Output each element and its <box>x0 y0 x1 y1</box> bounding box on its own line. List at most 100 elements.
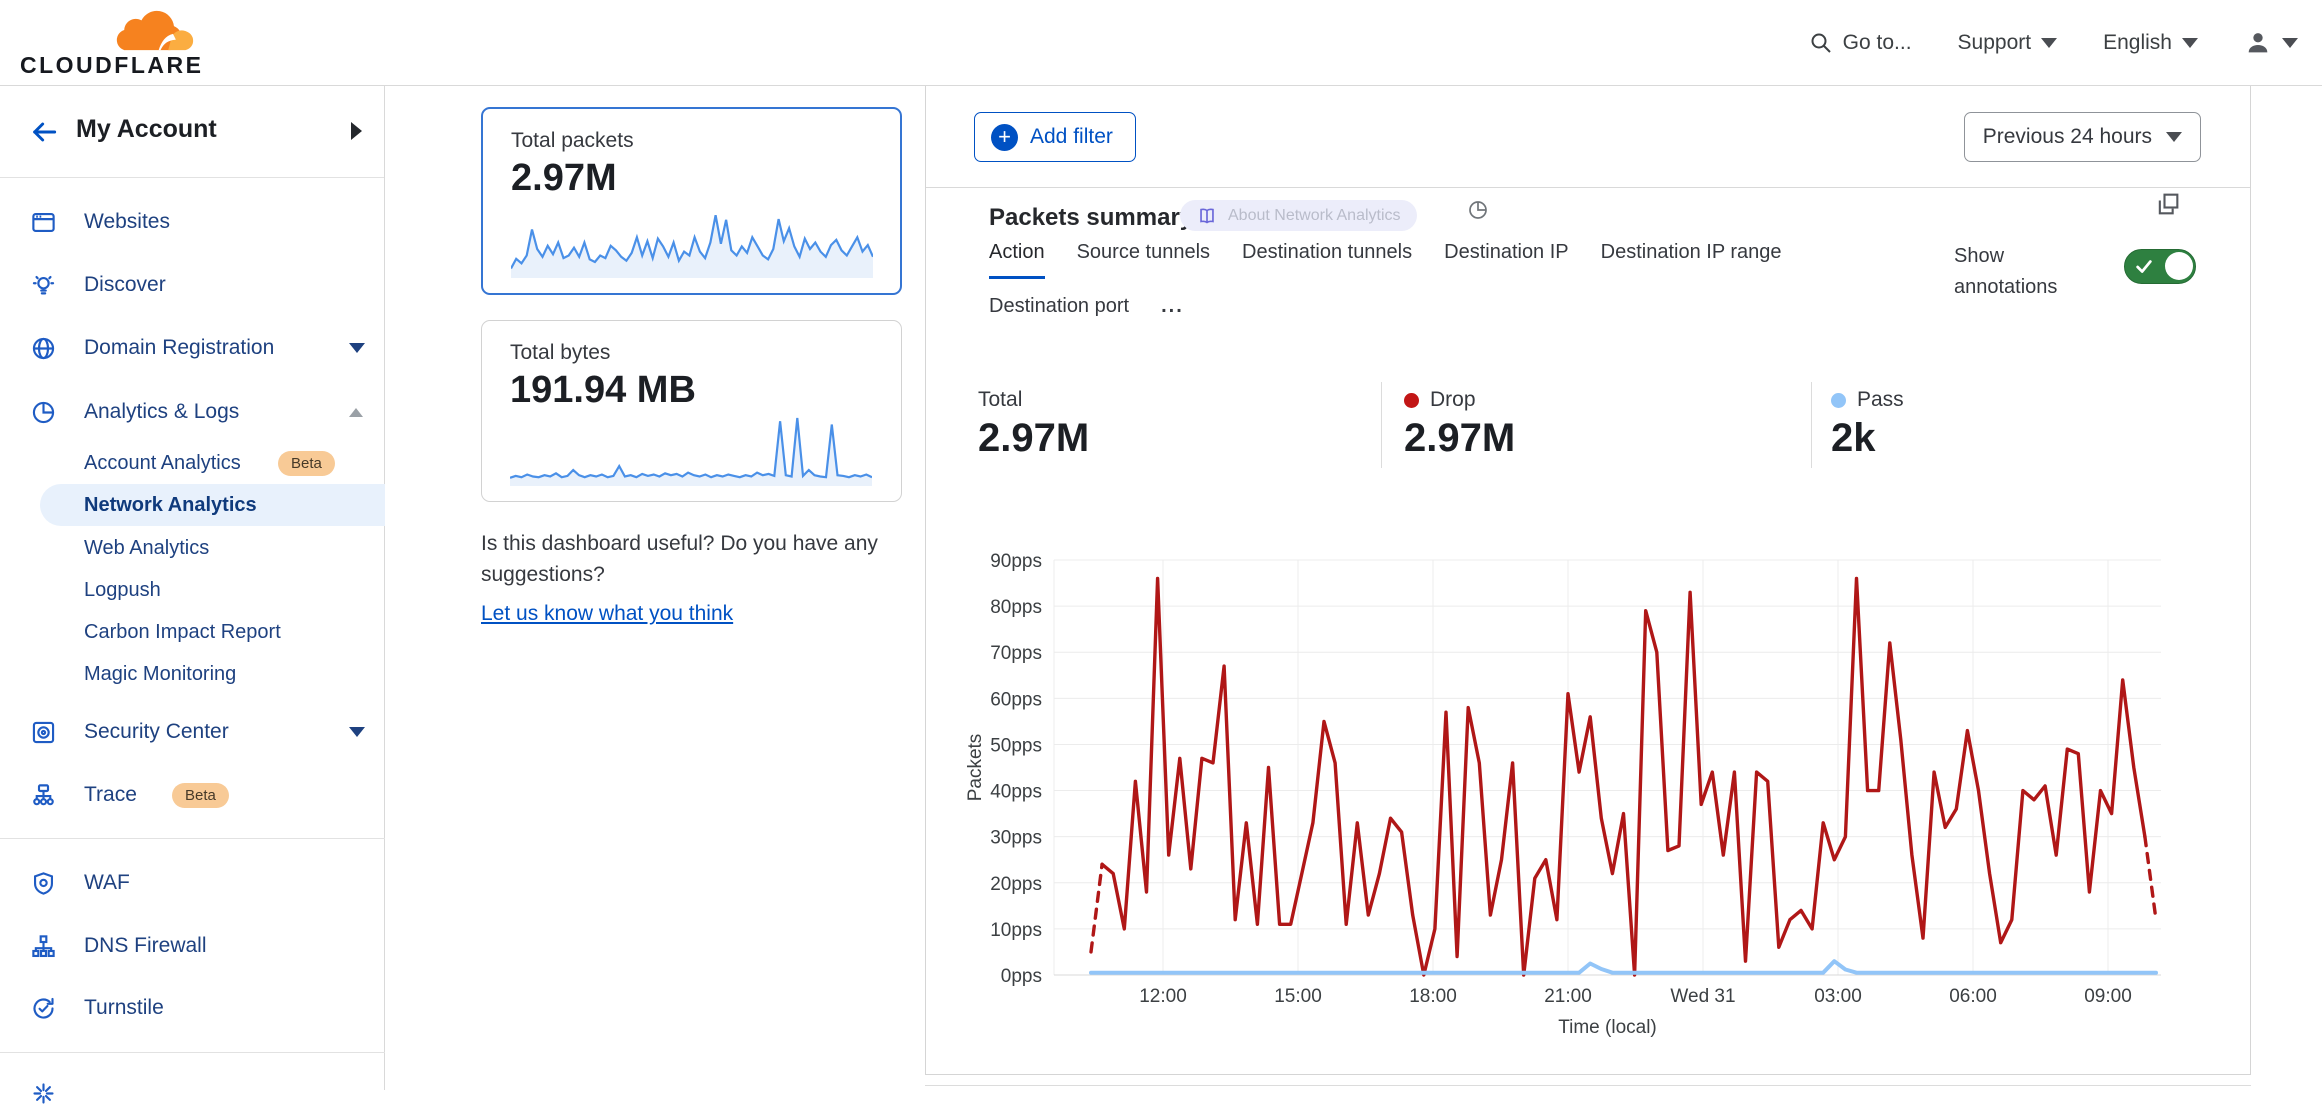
card-value: 191.94 MB <box>510 369 696 412</box>
chevron-up-icon <box>349 408 363 417</box>
chevron-down-icon <box>349 727 365 737</box>
tab-destination-port[interactable]: Destination port <box>989 295 1129 330</box>
svg-text:10pps: 10pps <box>990 920 1042 941</box>
stats-divider <box>1381 382 1382 468</box>
total-packets-card[interactable]: Total packets 2.97M <box>481 107 902 295</box>
svg-text:06:00: 06:00 <box>1949 986 1997 1007</box>
sidebar-item-web-analytics[interactable]: Web Analytics <box>0 527 385 569</box>
sidebar-item-security-center[interactable]: Security Center <box>0 710 385 754</box>
stat-drop-value: 2.97M <box>1404 416 1515 461</box>
goto-search[interactable]: Go to... <box>1809 31 1912 55</box>
sidebar-item-websites[interactable]: Websites <box>0 200 385 244</box>
svg-text:12:00: 12:00 <box>1139 986 1187 1007</box>
svg-text:21:00: 21:00 <box>1544 986 1592 1007</box>
chevron-down-icon <box>2282 38 2298 48</box>
sidebar-item-magic-monitoring[interactable]: Magic Monitoring <box>0 653 385 695</box>
sidebar-item-account-analytics[interactable]: Account Analytics Beta <box>0 442 385 484</box>
svg-text:80pps: 80pps <box>990 597 1042 618</box>
sidebar-item-discover[interactable]: Discover <box>0 263 385 307</box>
pie-chart-icon[interactable] <box>1466 198 1490 222</box>
plus-icon: + <box>991 124 1018 151</box>
stat-total-label: Total <box>978 388 1022 412</box>
cloudflare-logo[interactable]: CLOUDFLARE <box>20 4 190 82</box>
hierarchy-icon <box>30 933 57 960</box>
sidebar-account-header[interactable]: My Account <box>0 86 384 178</box>
time-range-dropdown[interactable]: Previous 24 hours <box>1964 112 2201 162</box>
shield-gear-icon <box>30 870 57 897</box>
chevron-right-icon[interactable] <box>351 122 362 140</box>
svg-text:Packets: Packets <box>965 734 986 802</box>
chevron-down-icon <box>349 343 365 353</box>
back-arrow-icon[interactable] <box>28 116 60 148</box>
book-icon <box>1196 205 1218 227</box>
svg-text:0pps: 0pps <box>1001 966 1042 987</box>
globe-icon <box>30 335 57 362</box>
panel-title: Packets summary <box>989 204 1193 232</box>
show-annotations-label: Show annotations <box>1954 241 2057 303</box>
svg-text:70pps: 70pps <box>990 643 1042 664</box>
feedback-line1: Is this dashboard useful? Do you have an… <box>481 528 921 559</box>
svg-text:15:00: 15:00 <box>1274 986 1322 1007</box>
top-nav-right: Go to... Support English <box>1809 0 2298 86</box>
svg-text:50pps: 50pps <box>990 735 1042 756</box>
total-bytes-card[interactable]: Total bytes 191.94 MB <box>481 320 902 502</box>
dimension-tabs: Action Source tunnels Destination tunnel… <box>989 241 1782 279</box>
trace-icon <box>30 782 57 809</box>
packets-sparkline <box>511 204 873 279</box>
network-analytics-panel: + Add filter Previous 24 hours Packets s… <box>925 86 2251 1075</box>
chevron-down-icon <box>2041 38 2057 48</box>
sidebar-item-carbon-impact-report[interactable]: Carbon Impact Report <box>0 611 385 653</box>
tab-action[interactable]: Action <box>989 241 1045 279</box>
tab-destination-ip[interactable]: Destination IP <box>1444 241 1569 279</box>
chevron-down-icon <box>2182 38 2198 48</box>
sidebar-item-analytics-logs[interactable]: Analytics & Logs <box>0 390 385 434</box>
show-annotations-toggle[interactable] <box>2124 249 2196 284</box>
sidebar-item-domain-registration[interactable]: Domain Registration <box>0 326 385 370</box>
user-menu[interactable] <box>2244 29 2298 57</box>
refresh-check-icon <box>30 995 57 1022</box>
svg-text:18:00: 18:00 <box>1409 986 1457 1007</box>
sidebar-item-trace[interactable]: Trace Beta <box>0 773 385 817</box>
stat-drop-label: Drop <box>1404 388 1476 412</box>
tab-source-tunnels[interactable]: Source tunnels <box>1077 241 1210 279</box>
dimension-tabs-row2: Destination port ... <box>989 295 1184 330</box>
support-menu[interactable]: Support <box>1958 31 2058 55</box>
sidebar-item-dns-firewall[interactable]: DNS Firewall <box>0 924 385 968</box>
popout-icon[interactable] <box>2154 190 2182 218</box>
svg-text:20pps: 20pps <box>990 874 1042 895</box>
pie-chart-icon <box>30 399 57 426</box>
stat-total-value: 2.97M <box>978 416 1089 461</box>
tab-destination-tunnels[interactable]: Destination tunnels <box>1242 241 1412 279</box>
add-filter-button[interactable]: + Add filter <box>974 112 1136 162</box>
bytes-sparkline <box>510 412 872 487</box>
svg-text:Time (local): Time (local) <box>1558 1017 1657 1038</box>
check-icon <box>2133 257 2155 277</box>
panel-divider <box>926 187 2250 188</box>
browser-window-icon <box>30 209 57 236</box>
lightbulb-icon <box>30 272 57 299</box>
sidebar-item-waf[interactable]: WAF <box>0 861 385 905</box>
next-card-top-border <box>925 1085 2251 1086</box>
svg-text:09:00: 09:00 <box>2084 986 2132 1007</box>
stat-pass-value: 2k <box>1831 416 1876 461</box>
sidebar-divider <box>0 1052 385 1053</box>
sidebar-item-partial-bottom[interactable] <box>0 1071 385 1115</box>
sidebar-item-logpush[interactable]: Logpush <box>0 569 385 611</box>
user-icon <box>2244 29 2272 57</box>
sidebar-item-network-analytics[interactable]: Network Analytics <box>40 484 385 526</box>
feedback-block: Is this dashboard useful? Do you have an… <box>481 528 921 629</box>
svg-text:90pps: 90pps <box>990 551 1042 572</box>
svg-text:03:00: 03:00 <box>1814 986 1862 1007</box>
svg-text:Wed 31: Wed 31 <box>1670 986 1735 1007</box>
about-network-analytics-badge[interactable]: About Network Analytics <box>1180 200 1417 231</box>
language-label: English <box>2103 31 2172 55</box>
stat-pass-label: Pass <box>1831 388 1904 412</box>
pass-legend-dot <box>1831 393 1846 408</box>
feedback-link[interactable]: Let us know what you think <box>481 598 733 629</box>
sidebar-item-turnstile[interactable]: Turnstile <box>0 986 385 1030</box>
tabs-more-button[interactable]: ... <box>1161 295 1184 330</box>
tab-destination-ip-range[interactable]: Destination IP range <box>1601 241 1782 279</box>
svg-text:40pps: 40pps <box>990 782 1042 803</box>
language-menu[interactable]: English <box>2103 31 2198 55</box>
sidebar-divider <box>0 838 385 839</box>
